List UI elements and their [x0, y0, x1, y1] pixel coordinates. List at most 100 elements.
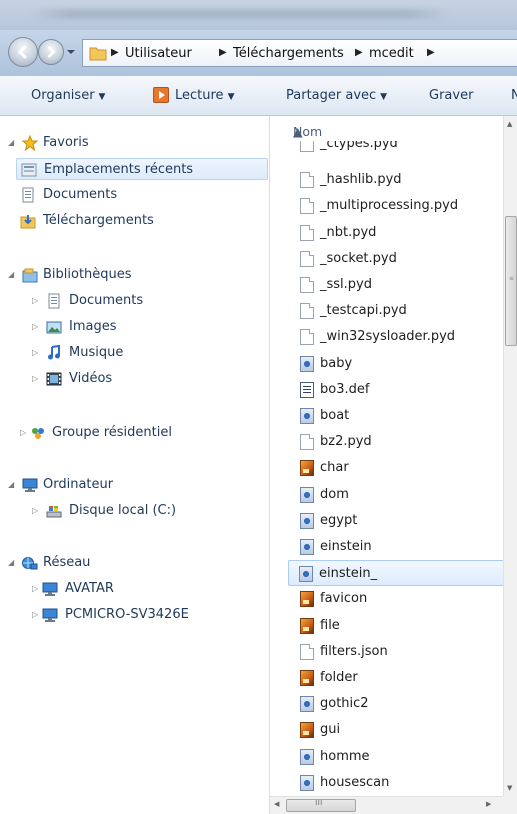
- organize-menu[interactable]: Organiser ▼: [31, 88, 105, 103]
- horizontal-scroll-thumb[interactable]: ııı: [286, 798, 356, 812]
- nav-downloads-label: Téléchargements: [43, 213, 154, 228]
- nav-computer[interactable]: ◢ Ordinateur: [8, 474, 268, 496]
- nav-lib-music[interactable]: ▷ Musique: [32, 342, 268, 364]
- file-row[interactable]: _ssl.pyd: [290, 272, 510, 298]
- nav-downloads[interactable]: Téléchargements: [16, 210, 268, 232]
- breadcrumb-separator-icon[interactable]: ▶: [427, 47, 435, 58]
- expand-arrow-icon[interactable]: ▷: [32, 604, 42, 626]
- expand-arrow-icon[interactable]: ▷: [20, 422, 30, 444]
- expand-arrow-icon[interactable]: ▷: [32, 500, 42, 522]
- nav-lib-documents[interactable]: ▷ Documents: [32, 290, 268, 312]
- breadcrumb-downloads[interactable]: Téléchargements: [233, 46, 344, 61]
- breadcrumb-mcedit[interactable]: mcedit: [369, 46, 414, 61]
- recent-pages-dropdown-icon[interactable]: [66, 47, 76, 57]
- expand-arrow-icon[interactable]: ▷: [32, 578, 42, 600]
- downloads-folder-icon: [20, 215, 36, 229]
- file-row[interactable]: folder: [290, 665, 510, 691]
- definition-file-icon: [300, 381, 314, 398]
- nav-host-avatar[interactable]: ▷ AVATAR: [32, 578, 268, 600]
- file-name: file: [320, 617, 340, 633]
- nav-documents-label: Documents: [43, 187, 118, 202]
- expand-arrow-icon[interactable]: ▷: [32, 290, 42, 312]
- network-icon: [22, 557, 38, 570]
- nav-libraries[interactable]: ◢ Bibliothèques: [8, 264, 268, 286]
- scroll-up-icon[interactable]: ▲: [507, 120, 512, 128]
- file-row[interactable]: filters.json: [290, 639, 510, 665]
- collapse-arrow-icon[interactable]: ◢: [8, 474, 18, 496]
- file-row[interactable]: boat: [290, 403, 510, 429]
- breadcrumb-separator-icon[interactable]: ▶: [219, 47, 227, 58]
- file-row[interactable]: housescan: [290, 770, 510, 796]
- nav-recent-places[interactable]: Emplacements récents: [16, 158, 268, 180]
- file-row[interactable]: baby: [290, 351, 510, 377]
- address-bar[interactable]: ▶ Utilisateur ▶ Téléchargements ▶ mcedit…: [82, 39, 517, 67]
- file-row[interactable]: gui: [290, 717, 510, 743]
- expand-arrow-icon[interactable]: ▷: [32, 368, 42, 390]
- nav-lib-music-label: Musique: [69, 345, 124, 360]
- paint-file-icon: [300, 696, 314, 713]
- nav-documents[interactable]: Documents: [16, 184, 268, 206]
- toolbar-overflow-button[interactable]: N: [511, 88, 517, 103]
- expand-arrow-icon[interactable]: ▷: [32, 316, 42, 338]
- breadcrumb-user[interactable]: Utilisateur: [125, 46, 192, 61]
- nav-lib-documents-label: Documents: [69, 293, 144, 308]
- paint-file-icon: [300, 512, 314, 529]
- collapse-arrow-icon[interactable]: ◢: [8, 264, 18, 286]
- images-icon: [46, 321, 62, 334]
- file-row[interactable]: einstein: [290, 534, 510, 560]
- file-row[interactable]: _nbt.pyd: [290, 220, 510, 246]
- file-row[interactable]: _testcapi.pyd: [290, 298, 510, 324]
- file-row[interactable]: favicon: [290, 586, 510, 612]
- nav-computer-label: Ordinateur: [43, 477, 114, 492]
- nav-lib-images[interactable]: ▷ Images: [32, 316, 268, 338]
- file-row[interactable]: _win32sysloader.pyd: [290, 324, 510, 350]
- share-menu[interactable]: Partager avec ▼: [286, 88, 387, 103]
- horizontal-scrollbar[interactable]: ◀ ııı ▶: [270, 796, 503, 814]
- paint-file-icon: [299, 566, 313, 583]
- scroll-left-icon[interactable]: ◀: [274, 800, 279, 808]
- collapse-arrow-icon[interactable]: ◢: [8, 132, 18, 154]
- collapse-arrow-icon[interactable]: ◢: [8, 552, 18, 574]
- file-row[interactable]: _socket.pyd: [290, 246, 510, 272]
- burn-button[interactable]: Graver: [429, 88, 473, 103]
- nav-favorites[interactable]: ◢ Favoris: [8, 132, 268, 154]
- name-column-header[interactable]: Nom ▲: [270, 116, 510, 140]
- scroll-down-icon[interactable]: ▼: [507, 784, 512, 792]
- file-row[interactable]: gothic2: [290, 691, 510, 717]
- star-icon: [22, 135, 38, 151]
- file-row[interactable]: einstein_: [288, 560, 510, 587]
- nav-local-disk[interactable]: ▷ Disque local (C:): [32, 500, 268, 522]
- libraries-icon: [22, 268, 38, 283]
- file-row[interactable]: file: [290, 613, 510, 639]
- file-row[interactable]: homme: [290, 744, 510, 770]
- nav-lib-videos[interactable]: ▷ Vidéos: [32, 368, 268, 390]
- file-row[interactable]: _multiprocessing.pyd: [290, 193, 510, 219]
- vertical-scrollbar[interactable]: ▲ ≡ ▼: [503, 116, 517, 796]
- file-row[interactable]: char: [290, 455, 510, 481]
- nav-homegroup[interactable]: ▷ Groupe résidentiel: [20, 422, 268, 444]
- forward-button[interactable]: [38, 39, 64, 65]
- music-icon: [48, 345, 60, 360]
- file-row[interactable]: bz2.pyd: [290, 429, 510, 455]
- scroll-right-icon[interactable]: ▶: [486, 800, 491, 808]
- file-row[interactable]: egypt: [290, 508, 510, 534]
- file-name: dom: [320, 486, 349, 502]
- play-menu[interactable]: Lecture ▼: [175, 88, 234, 103]
- nav-network[interactable]: ◢ Réseau: [8, 552, 268, 574]
- file-row[interactable]: bo3.def: [290, 377, 510, 403]
- file-name: filters.json: [320, 643, 388, 659]
- dropdown-arrow-icon: ▼: [98, 92, 106, 102]
- scrollbar-corner: [503, 796, 517, 814]
- back-button[interactable]: [8, 37, 38, 67]
- nav-host-pcmicro[interactable]: ▷ PCMICRO-SV3426E: [32, 604, 268, 626]
- breadcrumb-separator-icon[interactable]: ▶: [111, 47, 119, 58]
- file-row[interactable]: _hashlib.pyd: [290, 167, 510, 193]
- videos-icon: [46, 372, 62, 386]
- vertical-scroll-thumb[interactable]: ≡: [505, 216, 517, 346]
- file-row[interactable]: dom: [290, 482, 510, 508]
- expand-arrow-icon[interactable]: ▷: [32, 342, 42, 364]
- nav-recent-places-label: Emplacements récents: [44, 162, 194, 177]
- document-file-icon: [300, 224, 314, 241]
- breadcrumb-separator-icon[interactable]: ▶: [355, 47, 363, 58]
- image-file-icon: [300, 460, 314, 477]
